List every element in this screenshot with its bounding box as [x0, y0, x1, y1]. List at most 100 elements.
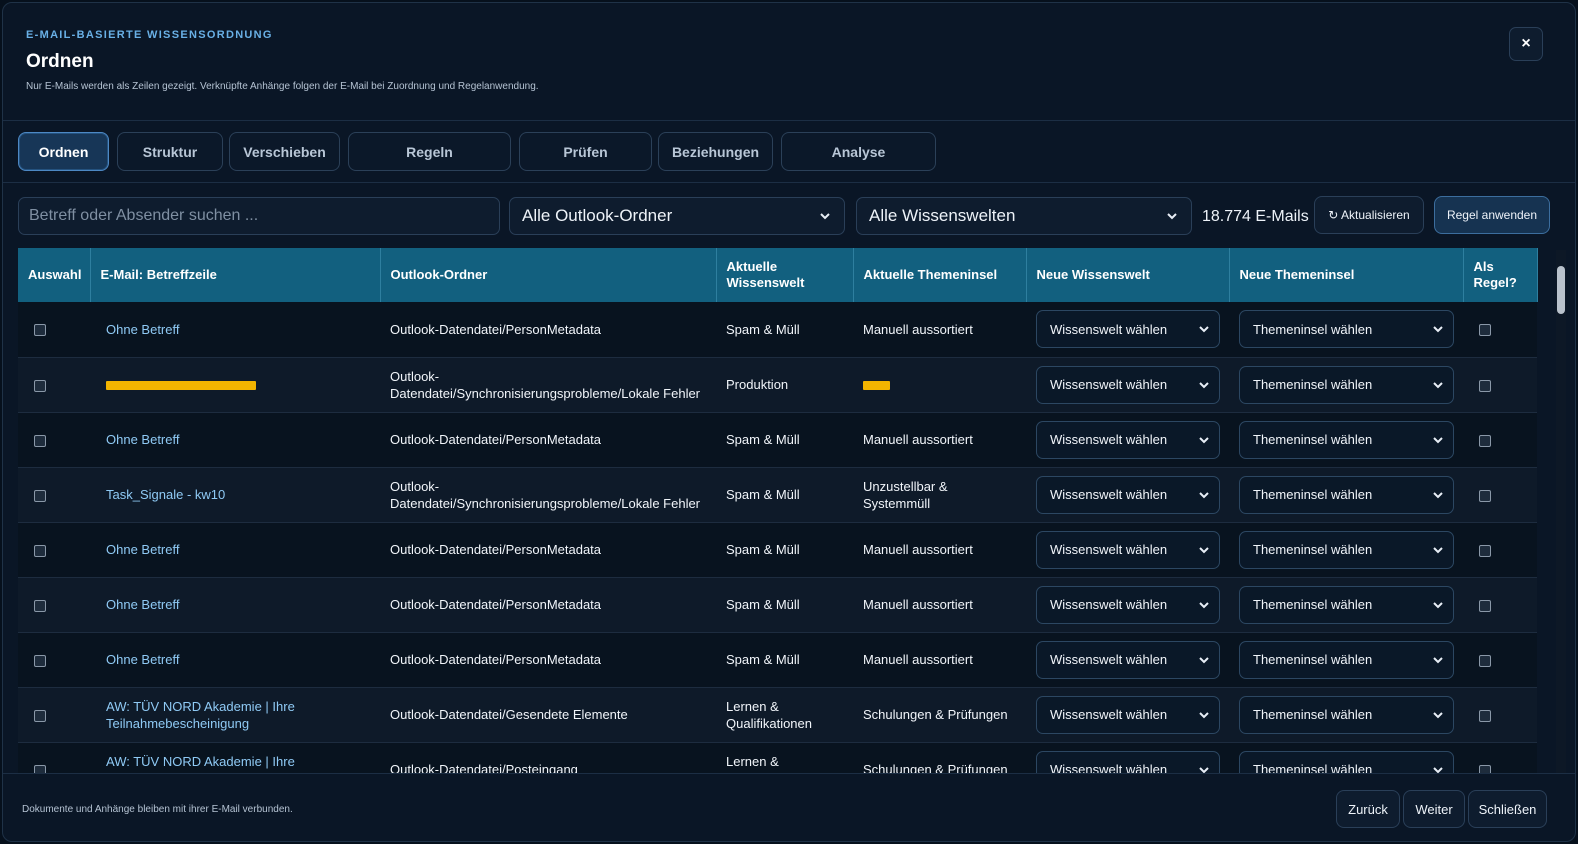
search-input[interactable]: [18, 197, 500, 235]
as-rule-checkbox[interactable]: [1479, 489, 1491, 502]
refresh-button[interactable]: ↻ Aktualisieren: [1314, 196, 1424, 234]
new-island-select[interactable]: Themeninsel wählen: [1239, 475, 1454, 514]
column-header-betreff[interactable]: E-Mail: Betreffzeile: [90, 248, 381, 302]
current-island: Manuell aussortiert: [863, 597, 973, 612]
close-button[interactable]: Schließen: [1468, 790, 1547, 828]
row-select-checkbox[interactable]: [34, 434, 46, 447]
subject-cell: Ohne Betreff: [90, 632, 380, 688]
scrollbar-thumb[interactable]: [1557, 266, 1565, 314]
table-row[interactable]: Outlook-Datendatei/Synchronisierungsprob…: [18, 357, 1537, 413]
current-island: Manuell aussortiert: [863, 321, 973, 337]
as-rule-checkbox[interactable]: [1479, 654, 1491, 667]
column-header-ordner[interactable]: Outlook-Ordner: [380, 248, 717, 302]
as-rule-checkbox[interactable]: [1479, 544, 1491, 557]
row-select-checkbox[interactable]: [34, 379, 46, 392]
new-world-select[interactable]: Wissenswelt wählen: [1036, 585, 1220, 624]
as-rule-checkbox[interactable]: [1479, 324, 1491, 337]
row-select-checkbox[interactable]: [34, 489, 46, 502]
chevron-down-icon: [1199, 326, 1209, 333]
tab-beziehungen[interactable]: Beziehungen: [658, 132, 773, 171]
new-island-select[interactable]: Themeninsel wählen: [1239, 365, 1454, 404]
new-island-select[interactable]: Themeninsel wählen: [1239, 640, 1454, 679]
new-world-select[interactable]: Wissenswelt wählen: [1036, 640, 1220, 679]
page-subtitle: Nur E-Mails werden als Zeilen gezeigt. V…: [26, 81, 539, 92]
chevron-down-icon: [1433, 601, 1443, 608]
row-select-checkbox[interactable]: [34, 599, 46, 612]
new-island-select-value: Themeninsel wählen: [1253, 377, 1373, 392]
new-world-select[interactable]: Wissenswelt wählen: [1036, 365, 1220, 404]
email-subject[interactable]: Ohne Betreff: [106, 432, 179, 447]
new-world-cell: Wissenswelt wählen: [1026, 467, 1229, 523]
column-header-neue-themeninsel[interactable]: Neue Themeninsel: [1229, 248, 1464, 302]
new-island-select[interactable]: Themeninsel wählen: [1239, 585, 1454, 624]
knowledge-world-select[interactable]: Alle Wissenswelten: [856, 197, 1192, 235]
rule-cell: [1463, 357, 1537, 413]
table-row[interactable]: Ohne Betreff Outlook-Datendatei/PersonMe…: [18, 577, 1537, 633]
table-row[interactable]: AW: TÜV NORD Akademie | Ihre Teilnahmebe…: [18, 742, 1537, 774]
new-island-select-value: Themeninsel wählen: [1253, 321, 1373, 337]
subject-cell: AW: TÜV NORD Akademie | Ihre Teilnahmebe…: [90, 687, 380, 743]
dialog-footer: Dokumente und Anhänge bleiben mit ihrer …: [3, 773, 1575, 841]
tab-pruefen[interactable]: Prüfen: [519, 132, 652, 171]
as-rule-checkbox[interactable]: [1479, 379, 1491, 392]
current-world: Produktion: [726, 377, 789, 392]
back-button[interactable]: Zurück: [1336, 790, 1400, 828]
new-island-select[interactable]: Themeninsel wählen: [1239, 695, 1454, 734]
column-header-aktuelle-wissenswelt[interactable]: Aktuelle Wissenswelt: [716, 248, 854, 302]
table-scrollbar[interactable]: [1554, 250, 1568, 774]
column-header-neue-wissenswelt[interactable]: Neue Wissenswelt: [1026, 248, 1230, 302]
new-island-select[interactable]: Themeninsel wählen: [1239, 310, 1454, 349]
select-cell: [18, 687, 90, 743]
island-cell: Unzustellbar & Systemmüll: [853, 467, 1026, 523]
as-rule-checkbox[interactable]: [1479, 709, 1491, 722]
table-row[interactable]: Ohne Betreff Outlook-Datendatei/PersonMe…: [18, 522, 1537, 578]
column-header-auswahl[interactable]: Auswahl: [18, 248, 91, 302]
column-header-als-regel[interactable]: Als Regel?: [1463, 248, 1538, 302]
footer-note: Dokumente und Anhänge bleiben mit ihrer …: [22, 804, 293, 815]
table-row[interactable]: Ohne Betreff Outlook-Datendatei/PersonMe…: [18, 412, 1537, 468]
outlook-folder-select[interactable]: Alle Outlook-Ordner: [509, 197, 845, 235]
folder-cell: Outlook-Datendatei/PersonMetadata: [380, 302, 716, 358]
current-island: Unzustellbar & Systemmüll: [863, 478, 948, 511]
world-cell: Spam & Müll: [716, 577, 853, 633]
email-subject[interactable]: Task_Signale - kw10: [106, 487, 225, 502]
row-select-checkbox[interactable]: [34, 544, 46, 557]
tab-verschieben[interactable]: Verschieben: [229, 132, 340, 171]
email-subject[interactable]: Ohne Betreff: [106, 542, 179, 557]
row-select-checkbox[interactable]: [34, 324, 46, 337]
column-header-aktuelle-themeninsel[interactable]: Aktuelle Themeninsel: [853, 248, 1027, 302]
table-row[interactable]: Ohne Betreff Outlook-Datendatei/PersonMe…: [18, 632, 1537, 688]
new-island-select[interactable]: Themeninsel wählen: [1239, 750, 1454, 774]
new-world-select[interactable]: Wissenswelt wählen: [1036, 475, 1220, 514]
close-icon-button[interactable]: ×: [1509, 27, 1543, 61]
new-world-cell: Wissenswelt wählen: [1026, 357, 1229, 413]
email-subject[interactable]: Ohne Betreff: [106, 597, 179, 612]
tab-regeln[interactable]: Regeln: [348, 132, 511, 171]
as-rule-checkbox[interactable]: [1479, 599, 1491, 612]
table-row[interactable]: Ohne Betreff Outlook-Datendatei/PersonMe…: [18, 302, 1537, 358]
table-row[interactable]: AW: TÜV NORD Akademie | Ihre Teilnahmebe…: [18, 687, 1537, 743]
email-subject[interactable]: AW: TÜV NORD Akademie | Ihre Teilnahmebe…: [106, 699, 295, 731]
new-world-select[interactable]: Wissenswelt wählen: [1036, 695, 1220, 734]
table-row[interactable]: Task_Signale - kw10 Outlook-Datendatei/S…: [18, 467, 1537, 523]
tab-struktur[interactable]: Struktur: [117, 132, 223, 171]
email-table-container: Auswahl E-Mail: Betreffzeile Outlook-Ord…: [18, 248, 1539, 774]
email-subject[interactable]: Ohne Betreff: [106, 652, 179, 667]
email-subject[interactable]: Ohne Betreff: [106, 322, 179, 337]
new-world-cell: Wissenswelt wählen: [1026, 742, 1229, 774]
tab-analyse[interactable]: Analyse: [781, 132, 936, 171]
new-world-cell: Wissenswelt wählen: [1026, 522, 1229, 578]
email-subject[interactable]: AW: TÜV NORD Akademie | Ihre Teilnahmebe…: [106, 754, 295, 775]
row-select-checkbox[interactable]: [34, 654, 46, 667]
as-rule-checkbox[interactable]: [1479, 434, 1491, 447]
new-island-select[interactable]: Themeninsel wählen: [1239, 420, 1454, 459]
new-world-select[interactable]: Wissenswelt wählen: [1036, 530, 1220, 569]
new-world-select[interactable]: Wissenswelt wählen: [1036, 310, 1220, 349]
new-island-select[interactable]: Themeninsel wählen: [1239, 530, 1454, 569]
row-select-checkbox[interactable]: [34, 709, 46, 722]
apply-rule-button[interactable]: Regel anwenden: [1434, 196, 1550, 234]
next-button[interactable]: Weiter: [1403, 790, 1465, 828]
tab-ordnen[interactable]: Ordnen: [18, 132, 109, 171]
new-world-select[interactable]: Wissenswelt wählen: [1036, 750, 1220, 774]
new-world-select[interactable]: Wissenswelt wählen: [1036, 420, 1220, 459]
